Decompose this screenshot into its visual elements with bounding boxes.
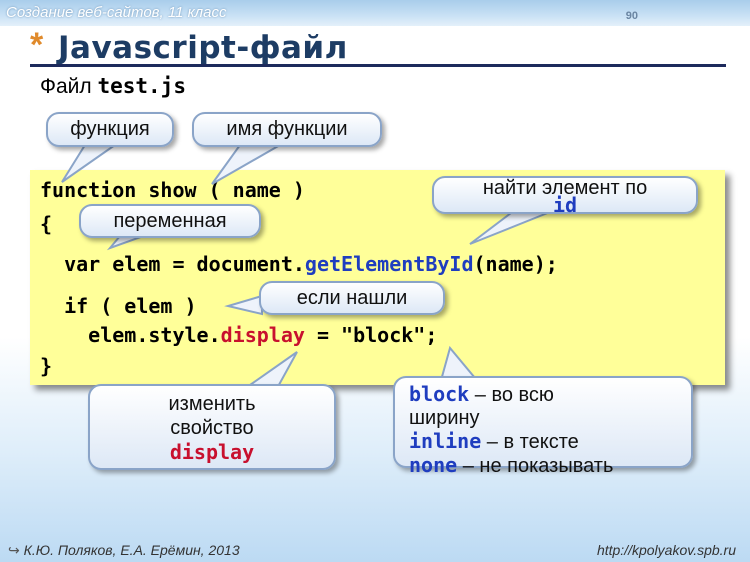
callout-change-display: display xyxy=(169,440,255,464)
display-keyword-block: block xyxy=(409,382,470,406)
display-keyword-none: none xyxy=(409,453,458,477)
display-value-block: block – во всю xyxy=(409,383,691,407)
display-block-desc-2: ширину xyxy=(409,407,480,429)
callout-if-found-text: если нашли xyxy=(296,287,408,309)
display-inline-desc: – в тексте xyxy=(481,431,579,453)
callout-function-word-text: функция xyxy=(70,118,150,140)
callout-if-found: если нашли xyxy=(259,281,445,315)
callout-variable-text: переменная xyxy=(113,210,227,232)
callout-find-element-id: id xyxy=(552,193,578,217)
tail-find-element xyxy=(469,209,556,245)
callout-function-name-text: имя функции xyxy=(226,118,348,140)
callout-function-word: функция xyxy=(46,112,174,147)
callout-find-element: найти элемент по id xyxy=(432,176,698,217)
display-value-none: none – не показывать xyxy=(409,454,691,478)
callout-display-values: block – во всю ширину inline – в тексте … xyxy=(393,376,693,477)
callout-change-text-2: свойство xyxy=(170,417,254,439)
callout-variable: переменная xyxy=(79,204,261,238)
display-keyword-inline: inline xyxy=(409,429,482,453)
callout-function-name: имя функции xyxy=(192,112,382,147)
display-none-desc: – не показывать xyxy=(457,455,614,477)
display-value-inline: inline – в тексте xyxy=(409,430,691,454)
footer-authors: ↪ К.Ю. Поляков, Е.А. Ерёмин, 2013 xyxy=(8,542,240,559)
return-arrow-icon: ↪ xyxy=(8,542,24,558)
tail-function-word xyxy=(61,144,119,183)
tail-function-name xyxy=(211,144,284,185)
footer-authors-text: К.Ю. Поляков, Е.А. Ерёмин, 2013 xyxy=(23,542,240,558)
display-block-desc: – во всю xyxy=(469,384,554,406)
tail-if-found xyxy=(224,294,263,316)
footer-url: http://kpolyakov.spb.ru xyxy=(596,542,736,558)
callout-change-property: изменить свойство display xyxy=(88,384,336,470)
callout-change-text-1: изменить xyxy=(168,393,256,415)
